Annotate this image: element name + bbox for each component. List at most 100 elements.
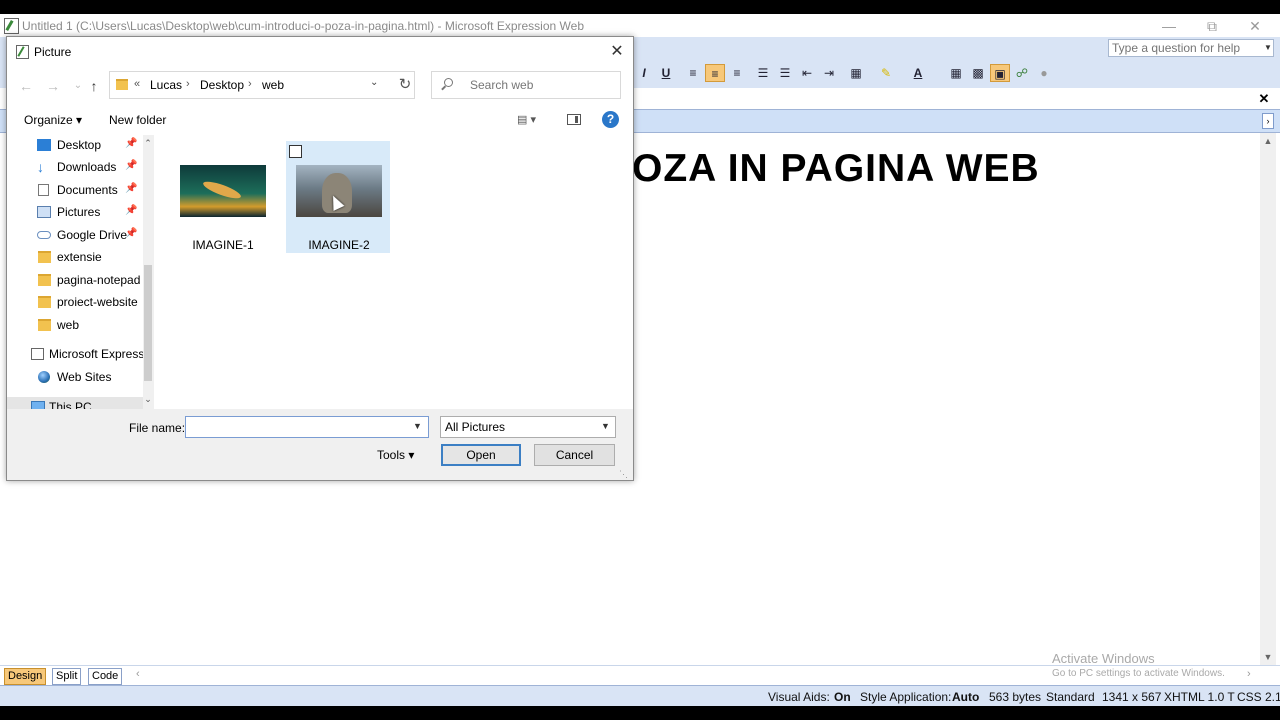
expression-web-icon xyxy=(16,45,29,59)
tab-code[interactable]: Code xyxy=(88,668,123,685)
scroll-up-icon[interactable]: ▲ xyxy=(1260,133,1276,149)
file-type-select[interactable]: All Pictures ▼ xyxy=(440,416,616,438)
doctype[interactable]: XHTML 1.0 T xyxy=(1164,690,1235,704)
rendering-mode[interactable]: Standard xyxy=(1046,690,1095,704)
search-box[interactable]: Search web xyxy=(431,71,621,99)
organize-button[interactable]: Organize ▾ xyxy=(24,113,82,127)
preview-pane-icon[interactable] xyxy=(567,114,581,125)
align-center-button[interactable]: ≡ xyxy=(705,64,725,82)
chevron-down-icon[interactable]: ▼ xyxy=(413,421,422,431)
forward-arrow-icon[interactable]: → xyxy=(44,77,62,95)
pin-icon: 📌 xyxy=(125,228,138,239)
navigation-row: ← → ⌄ ↑ « Lucas › Desktop › web ⌄ ↻ Sear… xyxy=(7,67,633,105)
tab-split[interactable]: Split xyxy=(52,668,82,685)
chevron-right-icon: › xyxy=(186,78,190,90)
file-item-imagine-1[interactable]: IMAGINE-1 xyxy=(170,141,266,252)
close-document-icon[interactable]: ✕ xyxy=(1256,88,1272,109)
file-list: IMAGINE-1 IMAGINE-2 xyxy=(154,135,633,409)
dialog-footer: File name: ▼ All Pictures ▼ Tools ▾ Open… xyxy=(7,409,633,480)
sidebar-item-downloads[interactable]: ↓ Downloads 📌 xyxy=(7,157,143,179)
sidebar-item-web[interactable]: web xyxy=(7,315,143,337)
numbered-list-button[interactable]: ☰ xyxy=(753,64,773,82)
align-left-button[interactable]: ≡ xyxy=(683,64,703,82)
sidebar-item-label: proiect-website xyxy=(57,295,138,309)
restore-button[interactable]: ⧉ xyxy=(1193,16,1231,36)
expression-web-icon xyxy=(4,18,19,34)
page-heading[interactable]: OZA IN PAGINA WEB xyxy=(632,147,1040,191)
vertical-scrollbar[interactable]: ▲ ▼ xyxy=(1260,133,1276,665)
change-view-button[interactable]: ▤ ▾ xyxy=(517,113,547,126)
sidebar-item-pagina-notepad[interactable]: pagina-notepad xyxy=(7,270,143,292)
css-version[interactable]: CSS 2.1 xyxy=(1237,690,1280,704)
sidebar-item-proiect-website[interactable]: proiect-website xyxy=(7,292,143,314)
file-name-input[interactable] xyxy=(185,416,429,438)
breadcrumb-desktop[interactable]: Desktop xyxy=(200,78,244,92)
sidebar-item-extensie[interactable]: extensie xyxy=(7,247,143,269)
scroll-down-icon[interactable]: ▼ xyxy=(1260,649,1276,665)
title-bar: Untitled 1 (C:\Users\Lucas\Desktop\web\c… xyxy=(0,14,1280,37)
breadcrumb-web[interactable]: web xyxy=(262,78,284,92)
scroll-down-icon[interactable]: ⌄ xyxy=(143,394,153,405)
chevron-down-icon: ▼ xyxy=(601,421,610,431)
decrease-indent-button[interactable]: ⇤ xyxy=(797,64,817,82)
sidebar-item-microsoft-expression[interactable]: Microsoft Express xyxy=(7,344,144,366)
sidebar-item-desktop[interactable]: Desktop 📌 xyxy=(7,135,143,157)
insert-picture-button[interactable]: ▣ xyxy=(990,64,1010,82)
help-search-input[interactable] xyxy=(1108,39,1274,57)
scroll-up-icon[interactable]: ⌃ xyxy=(143,138,153,149)
sidebar-item-web-sites[interactable]: Web Sites xyxy=(7,367,143,389)
sidebar-item-google-drive[interactable]: Google Drive 📌 xyxy=(7,225,143,247)
file-checkbox[interactable] xyxy=(289,145,302,158)
address-bar[interactable]: « Lucas › Desktop › web ⌄ xyxy=(109,71,415,99)
sidebar-scroll-thumb[interactable] xyxy=(144,265,152,381)
scroll-left-icon[interactable]: ‹ xyxy=(136,668,140,680)
close-icon[interactable]: ✕ xyxy=(603,41,631,63)
hyperlink-button[interactable]: ☍ xyxy=(1012,64,1032,82)
breadcrumb-overflow[interactable]: « xyxy=(134,78,140,90)
borders-button[interactable]: ▦ xyxy=(846,64,866,82)
sidebar-item-label: pagina-notepad xyxy=(57,273,141,287)
tab-design[interactable]: Design xyxy=(4,668,47,685)
tag-selector-button[interactable]: › xyxy=(1262,113,1274,129)
stop-icon[interactable]: ● xyxy=(1034,64,1054,82)
download-icon: ↓ xyxy=(37,159,44,175)
layer-icon[interactable]: ▩ xyxy=(968,64,988,82)
style-application-value[interactable]: Auto xyxy=(952,690,979,704)
back-arrow-icon[interactable]: ← xyxy=(17,77,35,95)
file-size: 563 bytes xyxy=(989,690,1042,704)
minimize-button[interactable]: — xyxy=(1150,16,1188,36)
chevron-down-icon[interactable]: ⌄ xyxy=(370,77,378,88)
sidebar-item-this-pc[interactable]: This PC xyxy=(7,397,143,409)
open-button[interactable]: Open xyxy=(441,444,521,466)
tools-button[interactable]: Tools ▾ xyxy=(377,448,414,462)
sidebar-item-documents[interactable]: Documents 📌 xyxy=(7,180,143,202)
visual-aids-value[interactable]: On xyxy=(834,690,851,704)
cancel-button[interactable]: Cancel xyxy=(534,444,615,466)
help-icon[interactable]: ? xyxy=(602,111,619,128)
sidebar-item-pictures[interactable]: Pictures 📌 xyxy=(7,202,143,224)
new-folder-button[interactable]: New folder xyxy=(109,113,166,127)
highlight-button[interactable]: ✎ xyxy=(876,64,896,82)
table-icon[interactable]: ▦ xyxy=(946,64,966,82)
scroll-right-icon[interactable]: › xyxy=(1247,668,1251,680)
chevron-down-icon[interactable]: ▼ xyxy=(1262,40,1274,56)
visual-aids-label: Visual Aids: xyxy=(768,690,830,704)
activate-subtitle: Go to PC settings to activate Windows. xyxy=(1052,668,1225,679)
align-right-button[interactable]: ≡ xyxy=(727,64,747,82)
page-dimensions[interactable]: 1341 x 567 xyxy=(1102,690,1161,704)
increase-indent-button[interactable]: ⇥ xyxy=(819,64,839,82)
window-title: Untitled 1 (C:\Users\Lucas\Desktop\web\c… xyxy=(22,19,584,33)
image-thumbnail xyxy=(180,165,266,217)
resize-grip-icon[interactable]: ⋱ xyxy=(619,469,628,480)
breadcrumb-lucas[interactable]: Lucas xyxy=(150,78,182,92)
refresh-icon[interactable]: ↻ xyxy=(391,71,419,99)
up-arrow-icon[interactable]: ↑ xyxy=(85,77,103,95)
pictures-icon xyxy=(37,206,51,218)
italic-button[interactable]: I xyxy=(634,64,654,82)
sidebar-item-label: Desktop xyxy=(57,138,102,152)
font-color-button[interactable]: A xyxy=(908,64,928,82)
bullet-list-button[interactable]: ☰ xyxy=(775,64,795,82)
underline-button[interactable]: U xyxy=(656,64,676,82)
close-button[interactable]: ✕ xyxy=(1236,16,1274,36)
file-type-value: All Pictures xyxy=(445,420,506,434)
